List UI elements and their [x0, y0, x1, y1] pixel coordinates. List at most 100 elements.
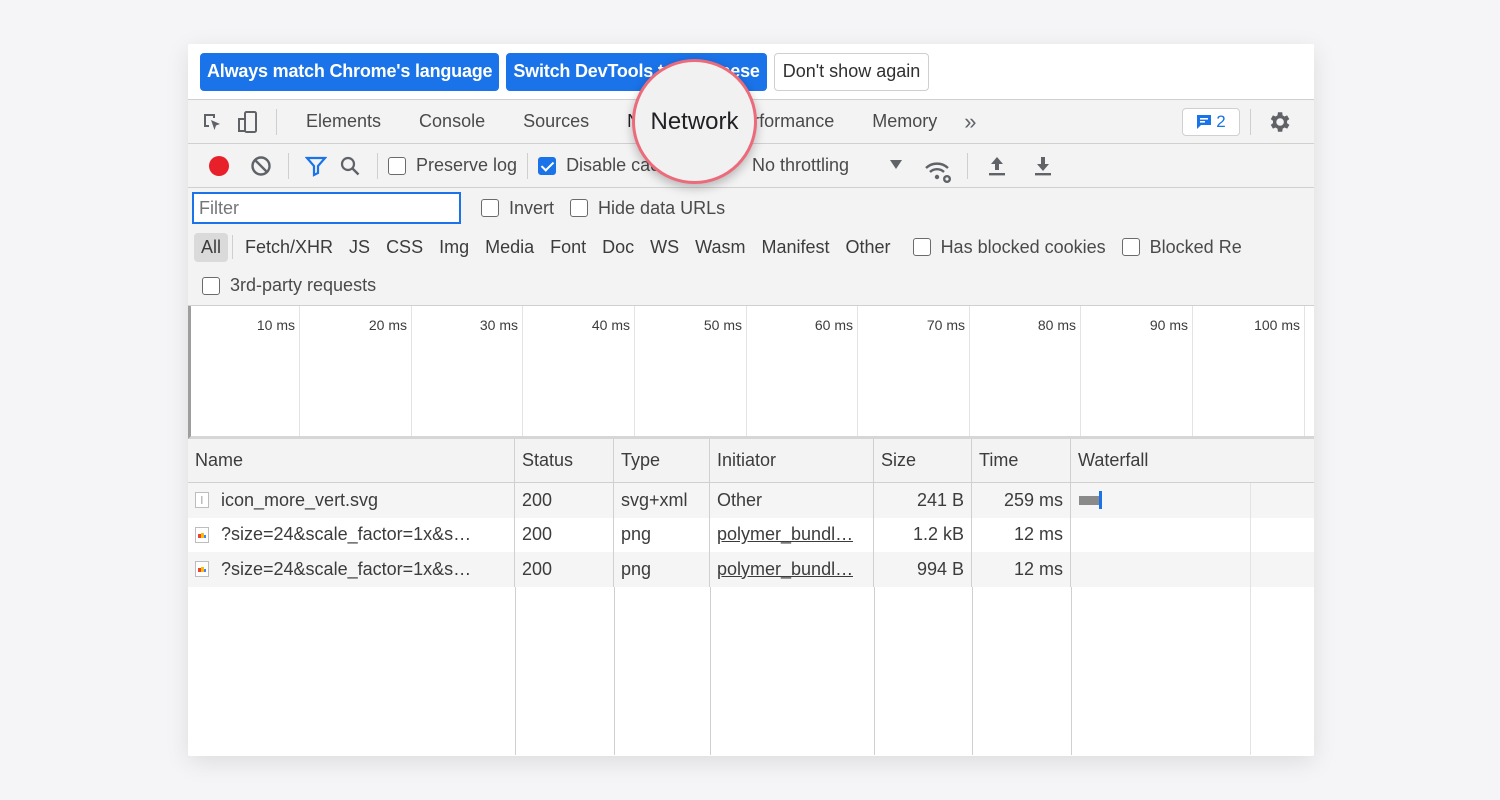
tab-sources[interactable]: Sources [504, 100, 608, 144]
timeline-tick-label: 40 ms [591, 317, 630, 333]
type-filter-doc[interactable]: Doc [594, 237, 642, 258]
requests-table: Name Status Type Initiator Size Time Wat… [188, 439, 1314, 755]
column-header-status[interactable]: Status [515, 439, 614, 482]
type-filter-ws[interactable]: WS [642, 237, 687, 258]
invert-checkbox[interactable] [481, 199, 499, 217]
divider [288, 152, 289, 179]
preserve-log-checkbox[interactable] [388, 156, 406, 175]
timeline-tick-label: 90 ms [1149, 317, 1188, 333]
more-tabs-icon[interactable]: » [956, 109, 984, 135]
tab-console[interactable]: Console [400, 100, 504, 144]
table-row[interactable]: ?size=24&scale_factor=1x&s… 200 png poly… [188, 552, 1314, 587]
request-status: 200 [515, 517, 614, 552]
request-initiator[interactable]: polymer_bundl… [717, 559, 853, 580]
column-header-type[interactable]: Type [614, 439, 710, 482]
request-type: svg+xml [614, 483, 710, 518]
initiator-link[interactable]: polymer_bundl… [710, 517, 874, 552]
issues-count: 2 [1216, 112, 1226, 131]
request-name-cell: icon_more_vert.svg [188, 483, 515, 518]
network-conditions-icon[interactable] [922, 151, 956, 195]
type-filter-media[interactable]: Media [477, 237, 542, 258]
column-divider [515, 587, 516, 755]
svg-file-icon [195, 492, 209, 509]
gridline [746, 306, 747, 436]
throttling-select[interactable]: No throttling [752, 155, 849, 176]
table-row[interactable]: icon_more_vert.svg 200 svg+xml Other 241… [188, 483, 1314, 518]
table-row[interactable]: ?size=24&scale_factor=1x&s… 200 png poly… [188, 517, 1314, 552]
type-filter-js[interactable]: JS [341, 237, 378, 258]
gridline [634, 306, 635, 436]
blocked-requests-label: Blocked Re [1149, 236, 1242, 257]
third-party-checkbox[interactable] [202, 276, 220, 295]
waterfall-gridline [1250, 483, 1251, 755]
type-filter-all[interactable]: All [194, 232, 229, 262]
request-name-cell: ?size=24&scale_factor=1x&s… [188, 552, 515, 587]
request-initiator: Other [710, 483, 874, 518]
column-divider [972, 587, 973, 755]
image-file-icon [195, 526, 209, 543]
gridline [299, 306, 300, 436]
timeline-tick-label: 20 ms [368, 317, 407, 333]
waterfall-download-bar [1099, 491, 1102, 510]
magnified-network-tab-highlight[interactable]: Network [632, 59, 757, 184]
disable-cache-checkbox[interactable] [538, 156, 557, 175]
waterfall-queue-bar [1079, 495, 1099, 505]
request-size: 241 B [874, 483, 972, 518]
type-filter-other[interactable]: Other [838, 237, 899, 258]
invert-label: Invert [509, 197, 555, 218]
request-initiator[interactable]: polymer_bundl… [717, 524, 853, 545]
blocked-requests-checkbox[interactable] [1121, 238, 1140, 256]
type-filter-manifest[interactable]: Manifest [754, 237, 838, 258]
tab-memory[interactable]: Memory [853, 100, 956, 144]
hide-data-urls-checkbox[interactable] [570, 199, 589, 217]
chevron-down-icon [890, 160, 902, 169]
filter-funnel-icon[interactable] [299, 144, 333, 188]
divider [276, 108, 277, 135]
type-filter-img[interactable]: Img [431, 237, 477, 258]
third-party-label: 3rd-party requests [230, 275, 377, 295]
request-time: 259 ms [972, 483, 1071, 518]
request-name: icon_more_vert.svg [221, 489, 379, 510]
timeline-tick-label: 60 ms [814, 317, 853, 333]
type-filter-font[interactable]: Font [542, 237, 594, 258]
type-filter-fetch-xhr[interactable]: Fetch/XHR [237, 237, 341, 258]
divider [232, 235, 234, 259]
column-divider [1071, 587, 1072, 755]
request-name: ?size=24&scale_factor=1x&s… [221, 524, 472, 545]
issues-badge[interactable]: 2 [1182, 108, 1240, 136]
import-har-upload-icon[interactable] [980, 144, 1014, 188]
clear-icon[interactable] [244, 144, 278, 188]
column-header-size[interactable]: Size [874, 439, 972, 482]
has-blocked-cookies-checkbox[interactable] [912, 238, 931, 256]
tab-elements[interactable]: Elements [287, 100, 400, 144]
request-size: 1.2 kB [874, 517, 972, 552]
type-filter-css[interactable]: CSS [378, 237, 431, 258]
overview-timeline[interactable]: 10 ms 20 ms 30 ms 40 ms 50 ms 60 ms 70 m… [188, 306, 1314, 439]
settings-gear-icon[interactable] [1266, 109, 1292, 140]
magnified-tab-label: Network [650, 107, 739, 135]
record-button[interactable] [202, 144, 236, 188]
gridline [1192, 306, 1193, 436]
waterfall-cell [1071, 552, 1314, 587]
column-header-name[interactable]: Name [188, 439, 515, 482]
timeline-tick-label: 70 ms [926, 317, 965, 333]
timeline-tick-label: 80 ms [1037, 317, 1076, 333]
device-toolbar-icon[interactable] [230, 100, 266, 144]
search-icon[interactable] [333, 144, 367, 188]
request-size: 994 B [874, 552, 972, 587]
request-type: png [614, 552, 710, 587]
filter-input[interactable] [192, 192, 461, 224]
request-status: 200 [515, 552, 614, 587]
divider [967, 153, 968, 179]
column-header-waterfall[interactable]: Waterfall [1071, 439, 1314, 482]
initiator-link[interactable]: polymer_bundl… [710, 552, 874, 587]
request-status: 200 [515, 483, 614, 518]
request-time: 12 ms [972, 552, 1071, 587]
dont-show-again-button[interactable]: Don't show again [773, 52, 930, 91]
column-header-initiator[interactable]: Initiator [710, 439, 874, 482]
type-filter-wasm[interactable]: Wasm [687, 237, 753, 258]
export-har-download-icon[interactable] [1026, 144, 1060, 188]
column-header-time[interactable]: Time [972, 439, 1071, 482]
always-match-language-button[interactable]: Always match Chrome's language [200, 52, 500, 91]
inspect-element-icon[interactable] [194, 100, 230, 144]
